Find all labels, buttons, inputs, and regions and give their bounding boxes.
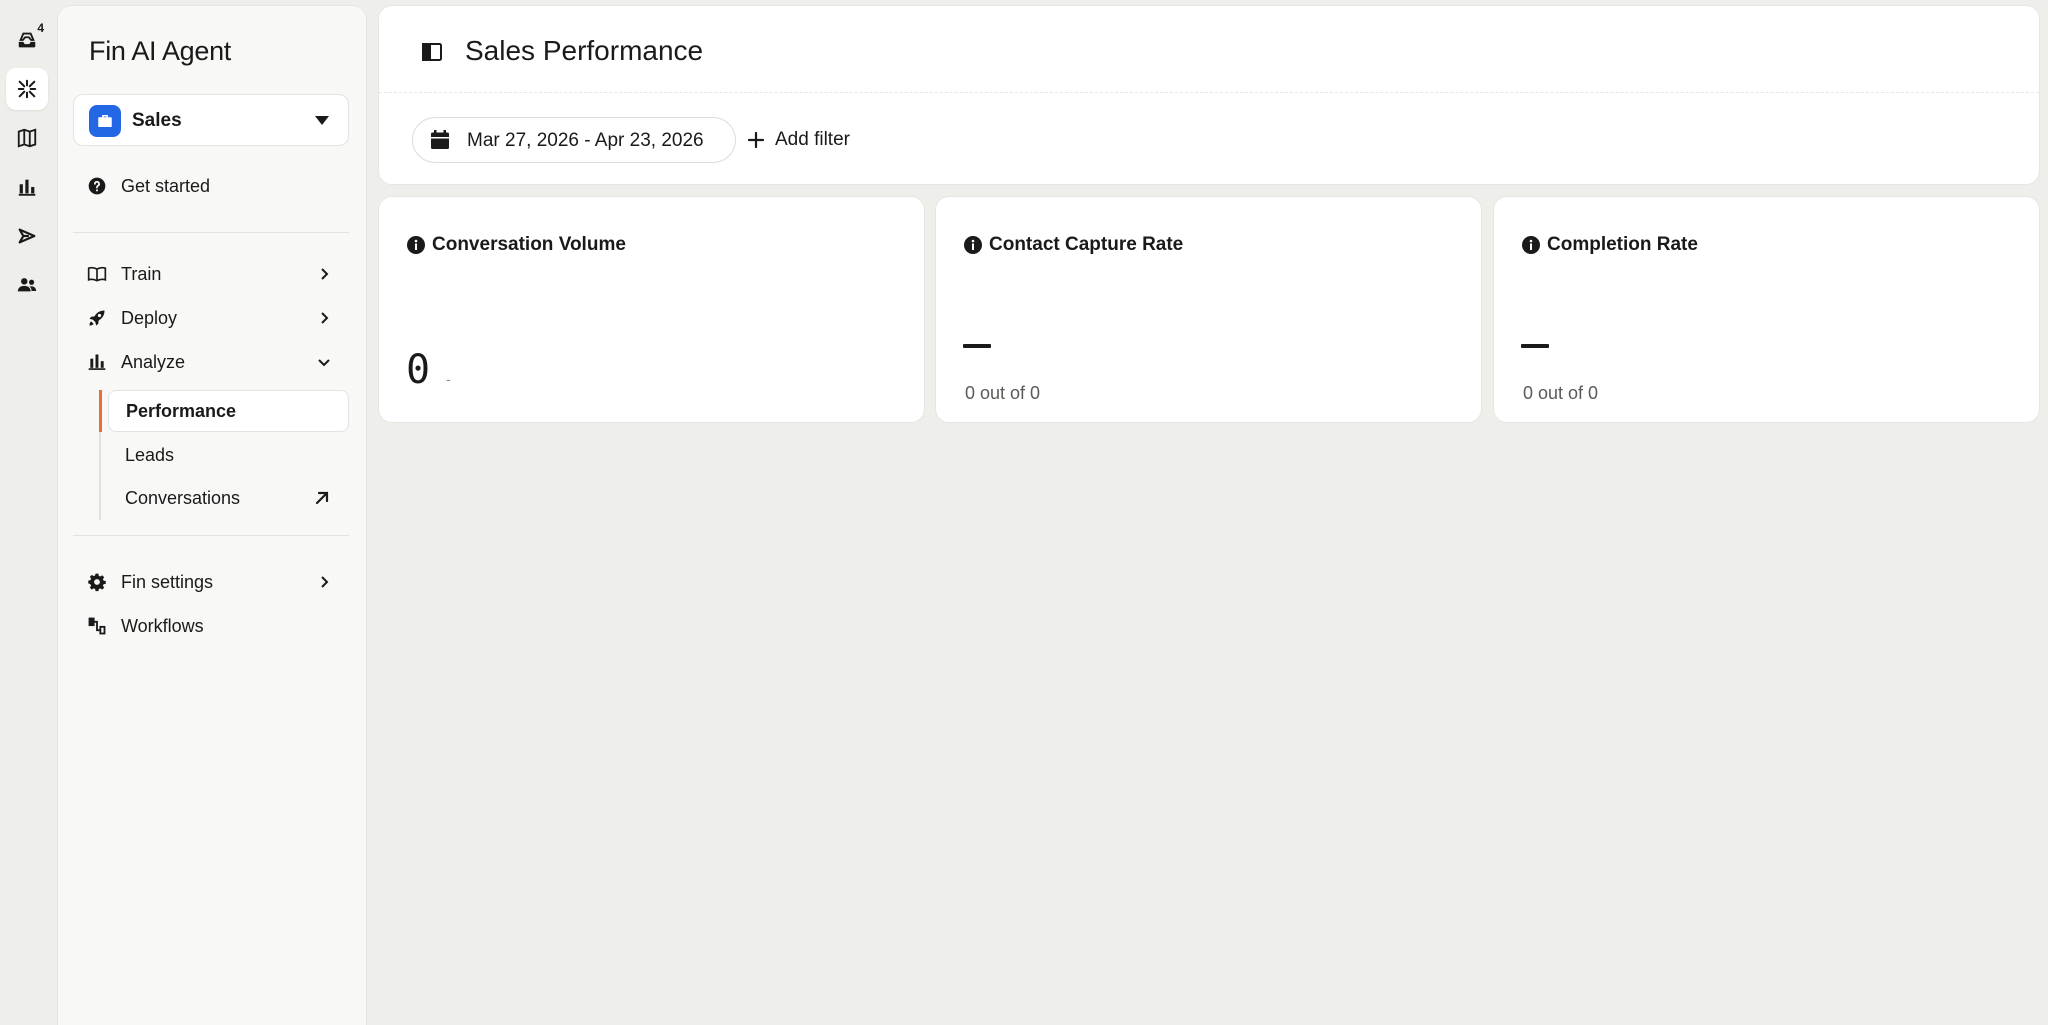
inbox-badge: 4 (37, 21, 44, 35)
metric-value-empty (963, 344, 991, 348)
add-filter-label: Add filter (775, 129, 850, 150)
inbox-icon (18, 32, 36, 48)
sub-item-leads[interactable]: Leads (108, 434, 349, 476)
metric-title: Contact Capture Rate (989, 234, 1184, 255)
contacts-icon (17, 278, 37, 292)
metric-value-empty (1521, 344, 1549, 348)
metric-card-conversation-volume: Conversation Volume 0 - (378, 196, 925, 423)
nav-analyze[interactable]: Analyze (73, 342, 349, 382)
date-range-value: Mar 27, 2026 - Apr 23, 2026 (467, 130, 704, 151)
submenu-active-indicator (99, 390, 102, 432)
reports-button[interactable] (6, 166, 48, 208)
agent-select-value: Sales (132, 110, 182, 131)
add-filter-button[interactable]: Add filter (747, 117, 850, 163)
rocket-icon (87, 308, 107, 328)
knowledge-icon (17, 128, 37, 148)
outbound-icon (18, 228, 36, 244)
header-card: Sales Performance Mar 27, 2026 - Apr 23,… (378, 5, 2040, 185)
metric-title: Completion Rate (1547, 234, 1698, 255)
metric-value: 0 (406, 347, 431, 393)
agent-select[interactable]: Sales (73, 94, 349, 146)
nav-fin-settings-label: Fin settings (121, 571, 214, 592)
bar-chart-icon (87, 352, 107, 372)
header-divider (379, 92, 2039, 93)
nav-workflows-label: Workflows (121, 615, 204, 636)
briefcase-icon (98, 115, 112, 127)
inbox-button[interactable]: 4 (6, 19, 48, 61)
agent-badge (89, 105, 121, 137)
sidebar: Fin AI Agent Sales Get started Train Dep… (57, 5, 367, 1025)
fin-button[interactable] (6, 68, 48, 110)
metric-card-contact-capture-rate: Contact Capture Rate 0 out of 0 (935, 196, 1482, 423)
calendar-icon (431, 130, 449, 149)
sidebar-divider (73, 232, 349, 233)
nav-analyze-label: Analyze (121, 351, 186, 372)
sub-item-performance[interactable]: Performance (108, 390, 349, 432)
chevron-down-icon (317, 355, 331, 369)
knowledge-button[interactable] (6, 117, 48, 159)
sub-item-label: Leads (125, 444, 175, 465)
sub-item-conversations[interactable]: Conversations (108, 477, 349, 519)
fin-icon (17, 79, 37, 99)
nav-get-started[interactable]: Get started (73, 166, 349, 206)
contacts-button[interactable] (6, 264, 48, 306)
chevron-right-icon (317, 311, 331, 325)
help-circle-icon (87, 176, 107, 196)
sidebar-title: Fin AI Agent (89, 36, 231, 66)
book-icon (87, 264, 107, 284)
sub-item-label: Performance (126, 400, 237, 421)
nav-workflows[interactable]: Workflows (73, 606, 349, 646)
nav-deploy[interactable]: Deploy (73, 298, 349, 338)
info-icon[interactable] (963, 235, 983, 255)
workflow-icon (87, 616, 107, 636)
metric-subtext: 0 out of 0 (1523, 383, 1599, 403)
info-icon[interactable] (406, 235, 426, 255)
sub-item-label: Conversations (125, 487, 241, 508)
external-link-icon (315, 491, 329, 505)
date-range-picker[interactable]: Mar 27, 2026 - Apr 23, 2026 (412, 117, 736, 163)
sidebar-toggle-icon[interactable] (421, 41, 443, 63)
chevron-right-icon (317, 267, 331, 281)
metric-card-completion-rate: Completion Rate 0 out of 0 (1493, 196, 2040, 423)
page-title: Sales Performance (465, 35, 704, 66)
nav-train[interactable]: Train (73, 254, 349, 294)
plus-icon (747, 131, 765, 149)
sidebar-divider (73, 535, 349, 536)
reports-icon (18, 179, 36, 196)
caret-down-icon (315, 116, 329, 125)
outbound-button[interactable] (6, 215, 48, 257)
metric-delta: - (446, 371, 451, 387)
icon-rail: 4 (0, 0, 54, 1025)
nav-train-label: Train (121, 263, 162, 284)
nav-get-started-label: Get started (121, 175, 211, 196)
nav-deploy-label: Deploy (121, 307, 178, 328)
chevron-right-icon (317, 575, 331, 589)
info-icon[interactable] (1521, 235, 1541, 255)
metric-title: Conversation Volume (432, 234, 626, 255)
metric-subtext: 0 out of 0 (965, 383, 1041, 403)
nav-fin-settings[interactable]: Fin settings (73, 562, 349, 602)
gear-icon (87, 572, 107, 592)
